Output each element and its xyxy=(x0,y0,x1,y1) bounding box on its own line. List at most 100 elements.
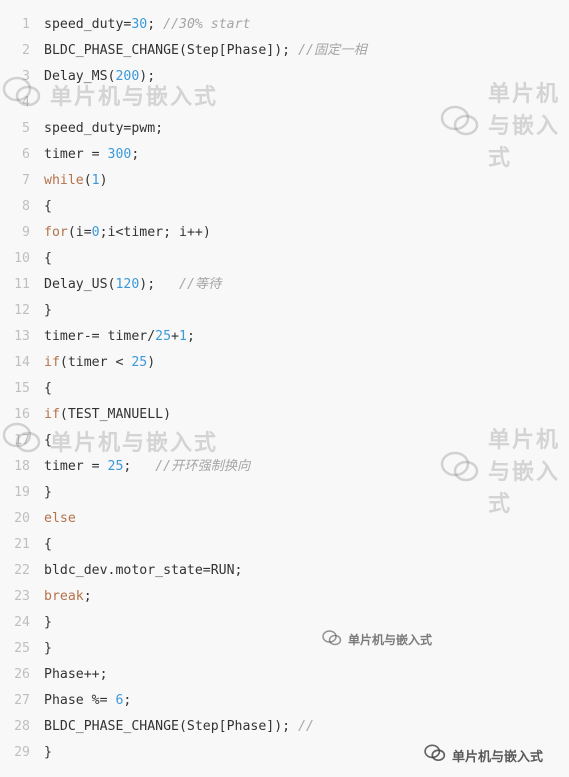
line-number: 22 xyxy=(14,563,30,578)
code-text: bldc_dev.motor_state=RUN; xyxy=(44,558,243,584)
line-number: 17 xyxy=(14,433,30,448)
line-number: 19 xyxy=(14,485,30,500)
line-number: 1 xyxy=(22,17,30,32)
code-comment: //开环强制换向 xyxy=(155,459,251,474)
code-token: (i= xyxy=(67,225,92,240)
code-text: Delay_US(120); //等待 xyxy=(44,272,221,298)
code-text: timer = 300; xyxy=(44,142,139,168)
code-token: } xyxy=(44,641,52,656)
code-line: 4 xyxy=(0,90,569,116)
code-line: 11 Delay_US(120); //等待 xyxy=(0,272,569,298)
code-number: 1 xyxy=(91,173,100,188)
code-token: BLDC_PHASE_CHANGE(Step[Phase]); xyxy=(44,43,299,58)
code-token: ; xyxy=(83,589,92,604)
code-comment: //等待 xyxy=(179,277,222,292)
code-text: { xyxy=(44,428,52,454)
code-text: { xyxy=(44,246,52,272)
code-keyword: for xyxy=(44,225,68,240)
code-line: 14 if(timer < 25) xyxy=(0,350,569,376)
code-text: while(1) xyxy=(44,168,108,194)
code-number: 120 xyxy=(115,277,140,292)
line-number: 6 xyxy=(22,147,30,162)
code-keyword: while xyxy=(44,173,84,188)
code-token: } xyxy=(44,615,52,630)
code-text: timer-= timer/25+1; xyxy=(44,324,195,350)
code-line: 23 break; xyxy=(0,584,569,610)
code-number: 30 xyxy=(131,17,148,32)
code-token: timer-= timer/ xyxy=(44,329,156,344)
line-number: 13 xyxy=(14,329,30,344)
line-number: 25 xyxy=(14,641,30,656)
line-number: 15 xyxy=(14,381,30,396)
code-line: 15 { xyxy=(0,376,569,402)
code-text: { xyxy=(44,194,52,220)
code-token: { xyxy=(44,433,52,448)
line-number: 27 xyxy=(14,693,30,708)
code-line: 18 timer = 25; //开环强制换向 xyxy=(0,454,569,480)
line-number: 9 xyxy=(22,225,30,240)
code-text: Phase %= 6; xyxy=(44,688,131,714)
code-line: 8{ xyxy=(0,194,569,220)
code-view: 2 9} 28 BLDC_PHASE_CHANGE(Step[Phase]); // 2… xyxy=(0,0,569,777)
code-comment: //30% start xyxy=(163,17,251,32)
code-keyword: break xyxy=(44,589,84,604)
code-token: speed_duty=pwm; xyxy=(44,121,164,136)
code-token: speed_duty= xyxy=(44,17,132,32)
code-line: 26 Phase++; xyxy=(0,662,569,688)
code-number: 200 xyxy=(115,69,140,84)
code-text: } xyxy=(44,740,52,766)
code-token: } xyxy=(44,485,52,500)
code-token: ); xyxy=(139,69,156,84)
code-line: 7 while(1) xyxy=(0,168,569,194)
line-number: 23 xyxy=(14,589,30,604)
line-number: 7 xyxy=(22,173,30,188)
code-token: { xyxy=(44,251,52,266)
code-token: ;i<timer; i++) xyxy=(99,225,211,240)
code-number: 1 xyxy=(179,329,187,344)
code-line: 20 else xyxy=(0,506,569,532)
code-token: ; xyxy=(123,693,132,708)
line-number: 3 xyxy=(22,69,30,84)
code-text: } xyxy=(44,480,52,506)
code-number: 25 xyxy=(155,329,172,344)
line-number: 16 xyxy=(14,407,30,422)
code-token: ; xyxy=(147,17,164,32)
line-number: 21 xyxy=(14,537,30,552)
line-number: 4 xyxy=(22,95,30,110)
code-token: ); xyxy=(139,277,179,292)
line-number: 14 xyxy=(14,355,30,370)
line-number: 2 xyxy=(22,43,30,58)
line-number: 18 xyxy=(14,459,30,474)
code-line: 12} xyxy=(0,298,569,324)
code-text: speed_duty=pwm; xyxy=(44,116,163,142)
code-keyword: else xyxy=(44,511,76,526)
code-token: timer = xyxy=(44,147,108,162)
code-text: { xyxy=(44,532,52,558)
code-token: } xyxy=(44,303,52,318)
code-text: } xyxy=(44,298,52,324)
line-number: 12 xyxy=(14,303,30,318)
code-text: speed_duty=30; //30% start xyxy=(44,12,250,38)
code-token: Phase++; xyxy=(44,667,108,682)
code-token: ; xyxy=(186,329,195,344)
code-text: { xyxy=(44,376,52,402)
code-token: ) xyxy=(147,355,156,370)
code-line: 3 Delay_MS(200); xyxy=(0,64,569,90)
code-text: Delay_MS(200); xyxy=(44,64,155,90)
code-text: } xyxy=(44,636,52,662)
code-line: 5 speed_duty=pwm; xyxy=(0,116,569,142)
code-comment: // xyxy=(298,719,314,734)
code-token: timer = xyxy=(44,459,108,474)
code-token: BLDC_PHASE_CHANGE(Step[Phase]); xyxy=(44,719,299,734)
code-line: 28 BLDC_PHASE_CHANGE(Step[Phase]); // xyxy=(0,714,569,740)
code-token: } xyxy=(44,745,52,760)
code-line: 6 timer = 300; xyxy=(0,142,569,168)
code-token: Delay_MS( xyxy=(44,69,116,84)
code-text: for(i=0;i<timer; i++) xyxy=(44,220,211,246)
code-line: 9 for(i=0;i<timer; i++) xyxy=(0,220,569,246)
code-token: { xyxy=(44,199,52,214)
code-token: Phase %= xyxy=(44,693,116,708)
code-line: 1 speed_duty=30; //30% start xyxy=(0,12,569,38)
code-line: 16 if(TEST_MANUELL) xyxy=(0,402,569,428)
code-number: 25 xyxy=(107,459,124,474)
